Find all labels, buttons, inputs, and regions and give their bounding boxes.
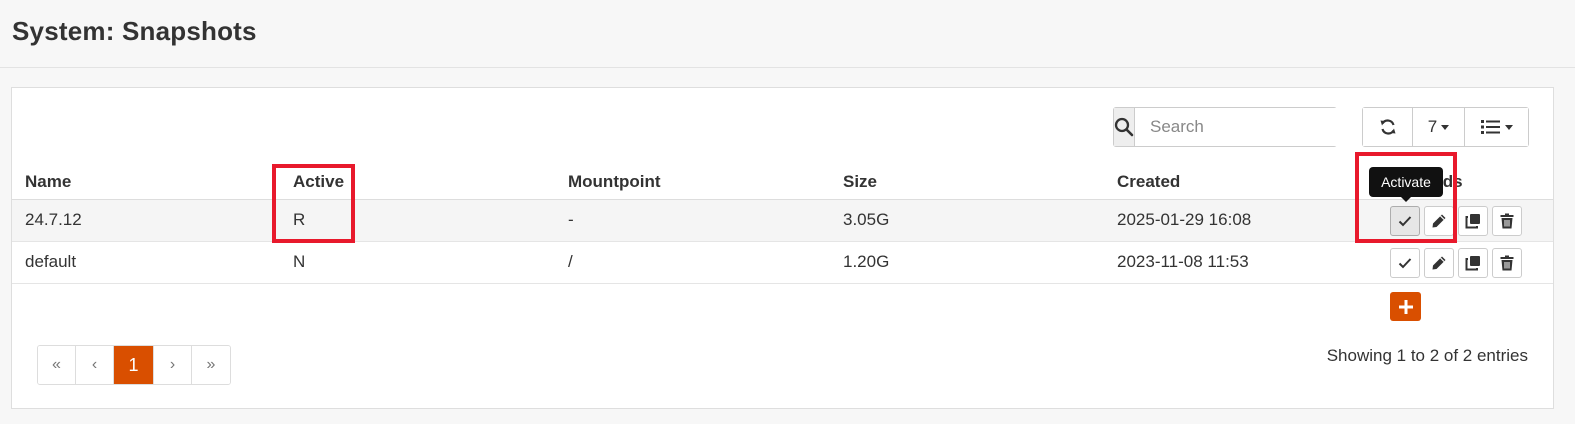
cell-size: 3.05G [843, 210, 890, 229]
cell-created: 2025-01-29 16:08 [1117, 210, 1252, 229]
edit-button[interactable] [1424, 248, 1454, 278]
clone-button[interactable] [1458, 248, 1488, 278]
list-icon [1480, 120, 1500, 134]
table-toolbar: 7 [1362, 107, 1529, 147]
page-1-button[interactable]: 1 [114, 346, 154, 384]
pencil-icon [1432, 256, 1446, 270]
entries-info: Showing 1 to 2 of 2 entries [1326, 346, 1528, 365]
trash-icon [1500, 255, 1514, 271]
cell-size: 1.20G [843, 252, 890, 271]
column-selector-dropdown[interactable] [1465, 108, 1528, 146]
highlight-box-activate-button [1355, 152, 1457, 243]
check-icon [1398, 258, 1412, 269]
page-first-button[interactable]: « [38, 346, 76, 384]
trash-icon [1500, 213, 1514, 229]
search-group [1113, 107, 1371, 147]
cell-name: default [25, 252, 77, 271]
clone-button[interactable] [1458, 206, 1488, 236]
row-commands [1390, 248, 1522, 278]
refresh-icon [1380, 119, 1395, 135]
table-row: default N / 1.20G 2023-11-08 11:53 [12, 242, 1553, 284]
plus-icon [1398, 299, 1413, 314]
clone-icon [1465, 256, 1480, 271]
delete-button[interactable] [1492, 206, 1522, 236]
page-header: System: Snapshots [0, 0, 1575, 68]
cell-created: 2023-11-08 11:53 [1117, 252, 1249, 271]
column-header-created[interactable]: Created [1117, 172, 1180, 192]
rows-per-page-dropdown[interactable]: 7 [1413, 108, 1465, 146]
pagination: « ‹ 1 › » [37, 345, 231, 385]
highlight-box-active-column [272, 164, 355, 243]
cell-mountpoint: / [568, 252, 573, 271]
caret-down-icon [1441, 124, 1450, 130]
snapshots-panel: 7 Name Active Mountpoint Size Created Co… [11, 87, 1554, 409]
page-title: System: Snapshots [12, 16, 257, 46]
cell-active: N [293, 252, 306, 271]
page-last-button[interactable]: » [192, 346, 230, 384]
search-input[interactable] [1135, 108, 1371, 146]
caret-down-icon [1504, 124, 1513, 130]
clone-icon [1465, 214, 1480, 229]
page-prev-button[interactable]: ‹ [76, 346, 114, 384]
page-next-button[interactable]: › [154, 346, 192, 384]
add-snapshot-button[interactable] [1390, 292, 1421, 321]
rows-per-page-value: 7 [1427, 117, 1438, 136]
delete-button[interactable] [1492, 248, 1522, 278]
table-header: Name Active Mountpoint Size Created Comm… [12, 164, 1553, 200]
table-row: 24.7.12 R - 3.05G 2025-01-29 16:08 [12, 200, 1553, 242]
refresh-button[interactable] [1363, 108, 1413, 146]
column-header-name[interactable]: Name [25, 172, 71, 192]
search-icon [1114, 108, 1135, 146]
column-header-mountpoint[interactable]: Mountpoint [568, 172, 661, 192]
cell-name: 24.7.12 [25, 210, 82, 229]
cell-mountpoint: - [568, 210, 574, 229]
column-header-size[interactable]: Size [843, 172, 877, 192]
activate-button[interactable] [1390, 248, 1420, 278]
